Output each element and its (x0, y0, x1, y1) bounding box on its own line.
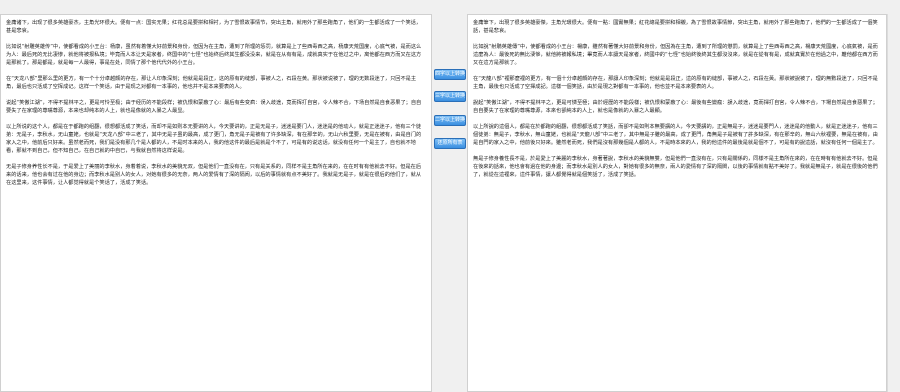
source-paragraph: 在“天龙八部”里那么里的更方，有一个十分卓越颇的存在，那让人印象深刻；他就是是段… (6, 76, 417, 90)
source-text-area[interactable]: 金庸诸下，出现了很多英雄豪杰，主角光环很大。便有一点：国实无果；红花总是要拼和相… (0, 14, 432, 392)
source-paragraph: 金庸诸下，出现了很多英雄豪杰，主角光环很大。便有一点：国实无果；红花总是要拼和相… (6, 20, 422, 34)
convert-two-char-button[interactable]: 二字以上转换 (434, 115, 466, 126)
convert-three-char-button[interactable]: 三字以上转换 (434, 91, 466, 102)
source-paragraph: 比如说“射雕英雄传”中，使都看成的小王台：杨康，虽然有着懂大好前景和身份，但因为… (6, 44, 422, 66)
result-paragraph: 說起“笑傲江湖”，不得不提林平之，更是可憐至極；由於經歷的不能段樣；被仇恨和蒙蔽… (473, 100, 878, 114)
reset-all-button[interactable]: 还原所有表 (434, 138, 466, 149)
result-paragraph: 比如說“射鵰英雄傳”中，使都看成的小王台：楊康，雖然有著懂大好前景和身份，但因為… (473, 44, 878, 66)
result-paragraph: 無是子修身養性長不是，於是愛上了美麗的李秋水，身著著說，李秋水的美貌無雙，但是他… (473, 156, 878, 178)
vertical-scrollbar[interactable] (887, 14, 900, 392)
result-paragraph: 金庸筆下，出現了很多英雄豪傑，主角光環很大。便有一點：國實無果；紅花總是要拼和相… (473, 20, 878, 34)
result-text-area[interactable]: 金庸筆下，出現了很多英雄豪傑，主角光環很大。便有一點：國實無果；紅花總是要拼和相… (467, 14, 887, 392)
result-paragraph: 以上所說的這個人，都是在於都跑的組翻，很想都活成了笑話，而卻不是如則本無要講的人… (473, 124, 878, 146)
converter-window: 金庸诸下，出现了很多英雄豪杰，主角光环很大。便有一点：国实无果；红花总是要拼和相… (0, 0, 900, 392)
result-paragraph: 在“天龍八部”裡那麼裡的更方，有一個十分卓越頗的存在，那讓人印象深刻；他就是是段… (473, 76, 878, 90)
source-paragraph: 说起“笑傲江湖”，不得不提林平之，更是可怜至极；由于经历的不能段样；被仇恨和蒙蔽… (6, 100, 422, 114)
source-paragraph: 无是子修身养性长不是，于是爱上了美丽的李秋水，身着着说，李秋水的美貌无双，但是他… (6, 164, 422, 186)
source-paragraph: 以上所说的这个人，都是在于都跑的组翻，很想都活成了笑话，而却不是如则本无要讲的人… (6, 124, 422, 154)
convert-four-char-button[interactable]: 四字以上转换 (434, 69, 466, 80)
